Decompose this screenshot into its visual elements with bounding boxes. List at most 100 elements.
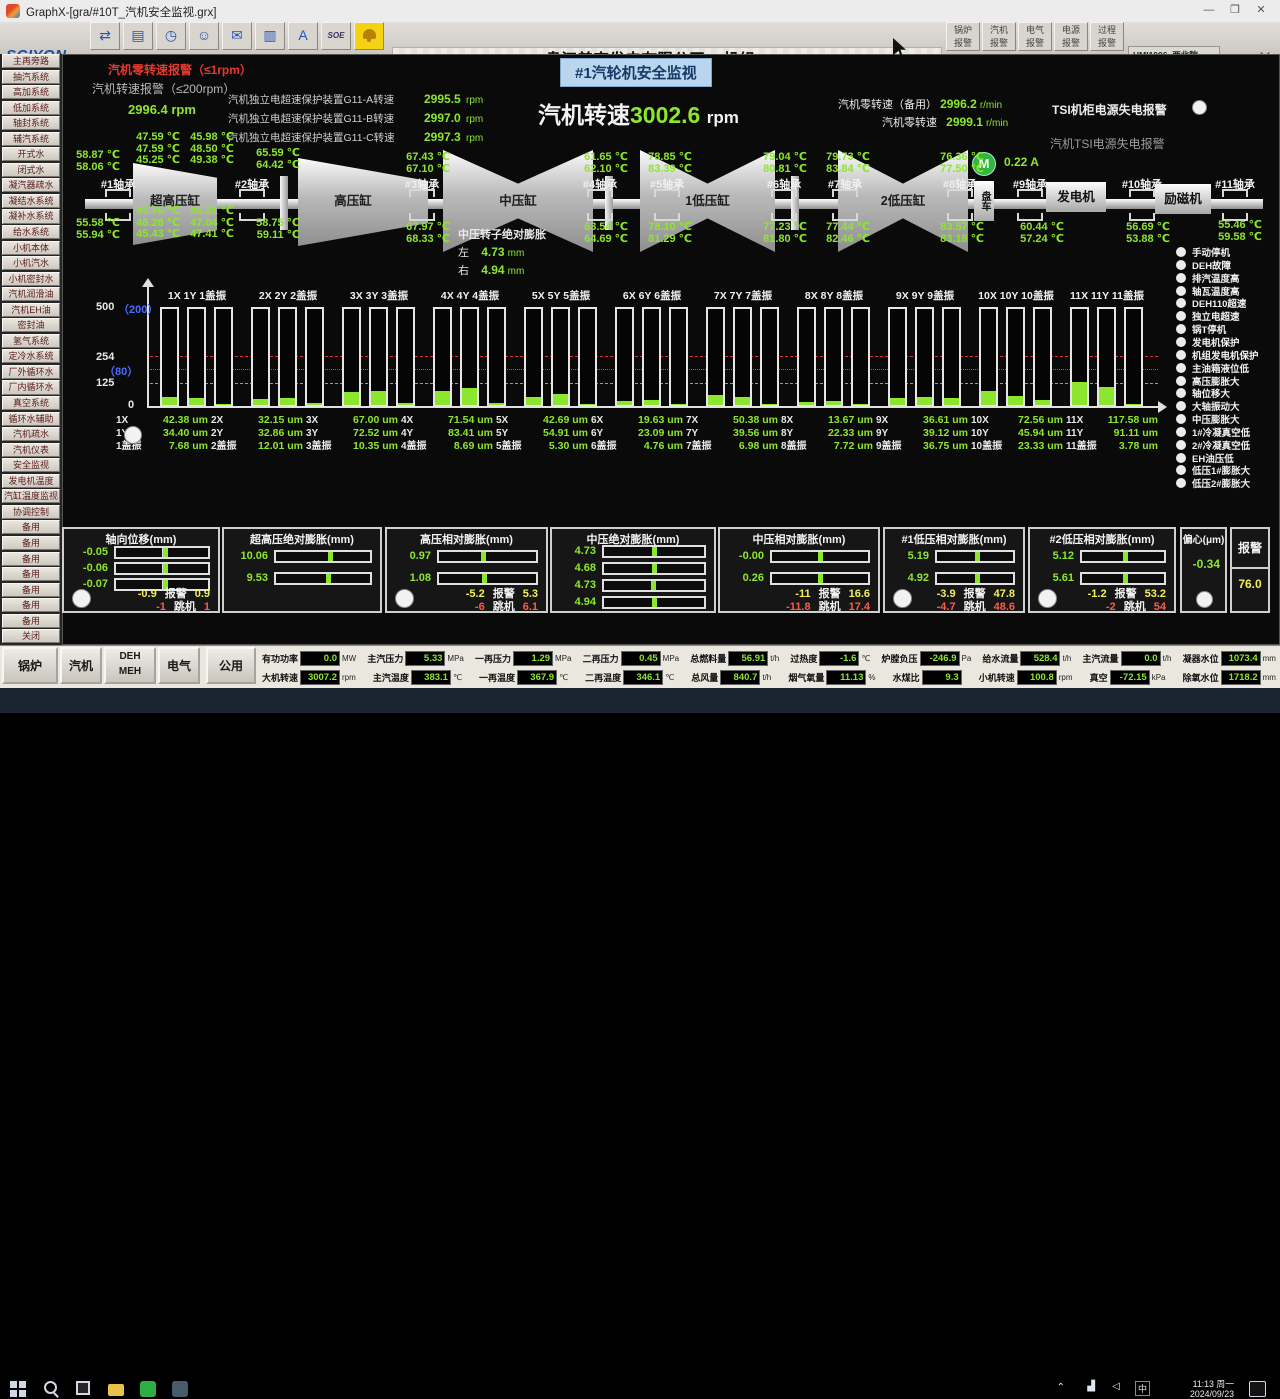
sidebar-item-16[interactable]: 汽机润滑油 xyxy=(2,287,60,301)
sidebar-item-2[interactable]: 抽汽系统 xyxy=(2,70,60,84)
tray-chevron-icon[interactable]: ⌃ xyxy=(1057,1382,1065,1393)
sidebar-item-1[interactable]: 主再旁路 xyxy=(2,54,60,68)
swap-icon[interactable]: ⇄ xyxy=(90,22,120,50)
alarm-indicator-dot xyxy=(1176,247,1186,257)
gauge-bar[interactable] xyxy=(935,550,1015,563)
sidebar-item-19[interactable]: 氢气系统 xyxy=(2,334,60,348)
gauge-bar[interactable] xyxy=(770,550,870,563)
ip-exp-unit: mm xyxy=(508,248,525,259)
sidebar-item-37[interactable]: 备用 xyxy=(2,614,60,628)
toolbar-alarm-button-3[interactable]: 电气报警 xyxy=(1018,22,1052,51)
close-button[interactable]: ✕ xyxy=(1248,3,1274,19)
alarm-bell-icon[interactable] xyxy=(354,22,384,50)
sidebar-item-5[interactable]: 轴封系统 xyxy=(2,116,60,130)
bottom-nav-3[interactable]: DEHMEH xyxy=(104,647,156,684)
bottom-nav-2[interactable]: 汽机 xyxy=(60,647,102,684)
bar-fill xyxy=(1126,404,1141,405)
green-app-icon[interactable] xyxy=(140,1381,156,1397)
temp-value: 45.98 ℃ xyxy=(180,132,234,144)
sidebar-item-3[interactable]: 高加系统 xyxy=(2,85,60,99)
alarm-list-item-19: 低压2#膨胀大 xyxy=(1176,477,1278,489)
gauge-bar[interactable] xyxy=(770,572,870,585)
sidebar-item-8[interactable]: 闭式水 xyxy=(2,163,60,177)
sidebar-item-22[interactable]: 厂内循环水 xyxy=(2,380,60,394)
gauge-bar[interactable] xyxy=(602,562,706,575)
trend-icon[interactable]: ☺ xyxy=(189,22,219,50)
taskbar-clock[interactable]: 11:13 周一 2024/09/23 xyxy=(1190,1379,1234,1399)
sidebar-item-24[interactable]: 循环水辅助 xyxy=(2,412,60,426)
toolbar-alarm-button-1[interactable]: 锅炉报警 xyxy=(946,22,980,51)
gauge-bar[interactable] xyxy=(114,562,210,575)
sidebar-item-26[interactable]: 汽机仪表 xyxy=(2,443,60,457)
print-icon[interactable]: ▤ xyxy=(123,22,153,50)
volume-icon[interactable]: ◁ xyxy=(1112,1381,1120,1392)
task-view-icon[interactable] xyxy=(76,1381,90,1395)
search-icon[interactable] xyxy=(44,1381,57,1394)
sidebar-item-36[interactable]: 备用 xyxy=(2,598,60,612)
vibration-value-row: 8Y22.33 um xyxy=(781,427,877,440)
settings-app-icon[interactable] xyxy=(172,1381,188,1397)
page-title-chip[interactable]: #1汽轮机安全监视 xyxy=(560,58,712,87)
maximize-button[interactable]: ❐ xyxy=(1222,3,1248,19)
sidebar-item-4[interactable]: 低加系统 xyxy=(2,101,60,115)
temp-group-uhp_top2: 45.98 ℃48.50 ℃49.38 ℃ xyxy=(180,132,234,167)
sidebar-item-13[interactable]: 小机本体 xyxy=(2,241,60,255)
gauge-bar[interactable] xyxy=(437,550,538,563)
sidebar-item-15[interactable]: 小机密封水 xyxy=(2,272,60,286)
start-button-icon[interactable] xyxy=(10,1381,26,1397)
sidebar-item-31[interactable]: 备用 xyxy=(2,520,60,534)
bottom-nav-1[interactable]: 锅炉 xyxy=(2,647,58,684)
gauge-bar[interactable] xyxy=(274,572,372,585)
gauge-bar[interactable] xyxy=(602,596,706,609)
sidebar-item-35[interactable]: 备用 xyxy=(2,583,60,597)
minimize-button[interactable]: — xyxy=(1196,3,1222,19)
gauge-bar[interactable] xyxy=(935,572,1015,585)
soe-icon[interactable]: SOE xyxy=(321,22,351,50)
sidebar-item-30[interactable]: 协调控制 xyxy=(2,505,60,519)
sidebar-item-23[interactable]: 真空系统 xyxy=(2,396,60,410)
cards-icon[interactable]: ▥ xyxy=(255,22,285,50)
report-icon[interactable]: ✉ xyxy=(222,22,252,50)
vibration-bar-9盖振 xyxy=(942,307,961,407)
sidebar-item-32[interactable]: 备用 xyxy=(2,536,60,550)
sidebar-item-9[interactable]: 凝汽器疏水 xyxy=(2,178,60,192)
sidebar-item-20[interactable]: 定冷水系统 xyxy=(2,349,60,363)
sidebar-item-10[interactable]: 凝结水系统 xyxy=(2,194,60,208)
gauge-bar[interactable] xyxy=(1080,550,1166,563)
sidebar-item-14[interactable]: 小机汽水 xyxy=(2,256,60,270)
gauge-bar[interactable] xyxy=(437,572,538,585)
gauge-bar[interactable] xyxy=(602,545,706,558)
toolbar-alarm-button-4[interactable]: 电源报警 xyxy=(1054,22,1088,51)
chart-x-arrow xyxy=(1158,401,1173,413)
sidebar-item-7[interactable]: 开式水 xyxy=(2,147,60,161)
sidebar-item-6[interactable]: 辅汽系统 xyxy=(2,132,60,146)
vibration-value-row: 7Y39.56 um xyxy=(686,427,782,440)
bottom-nav-5[interactable]: 公用 xyxy=(206,647,256,684)
text-a-icon[interactable]: A xyxy=(288,22,318,50)
ime-icon[interactable]: 中 xyxy=(1135,1381,1150,1396)
toolbar-alarm-button-5[interactable]: 过程报警 xyxy=(1090,22,1124,51)
sidebar-item-18[interactable]: 密封油 xyxy=(2,318,60,332)
sidebar-item-12[interactable]: 给水系统 xyxy=(2,225,60,239)
gauge-bar[interactable] xyxy=(1080,572,1166,585)
sidebar-item-33[interactable]: 备用 xyxy=(2,552,60,566)
history-icon[interactable]: ◷ xyxy=(156,22,186,50)
sidebar-item-17[interactable]: 汽机EH油 xyxy=(2,303,60,317)
sidebar-item-34[interactable]: 备用 xyxy=(2,567,60,581)
sidebar-item-25[interactable]: 汽机疏水 xyxy=(2,427,60,441)
sidebar-item-21[interactable]: 厂外循环水 xyxy=(2,365,60,379)
file-explorer-icon[interactable] xyxy=(108,1384,124,1396)
toolbar-alarm-button-2[interactable]: 汽机报警 xyxy=(982,22,1016,51)
sidebar-item-28[interactable]: 发电机温度 xyxy=(2,474,60,488)
sidebar-item-38[interactable]: 关闭 xyxy=(2,629,60,643)
notification-icon[interactable] xyxy=(1249,1381,1266,1397)
gauge-bar[interactable] xyxy=(602,579,706,592)
bottom-nav-4[interactable]: 电气 xyxy=(158,647,200,684)
sidebar-item-29[interactable]: 汽缸温度监视 xyxy=(2,489,60,503)
sidebar-item-11[interactable]: 凝补水系统 xyxy=(2,209,60,223)
bearing-bracket-bottom xyxy=(1017,213,1043,221)
gauge-bar[interactable] xyxy=(114,546,210,559)
network-icon[interactable]: ▟ xyxy=(1087,1381,1095,1392)
gauge-bar[interactable] xyxy=(274,550,372,563)
sidebar-item-27[interactable]: 安全监视 xyxy=(2,458,60,472)
